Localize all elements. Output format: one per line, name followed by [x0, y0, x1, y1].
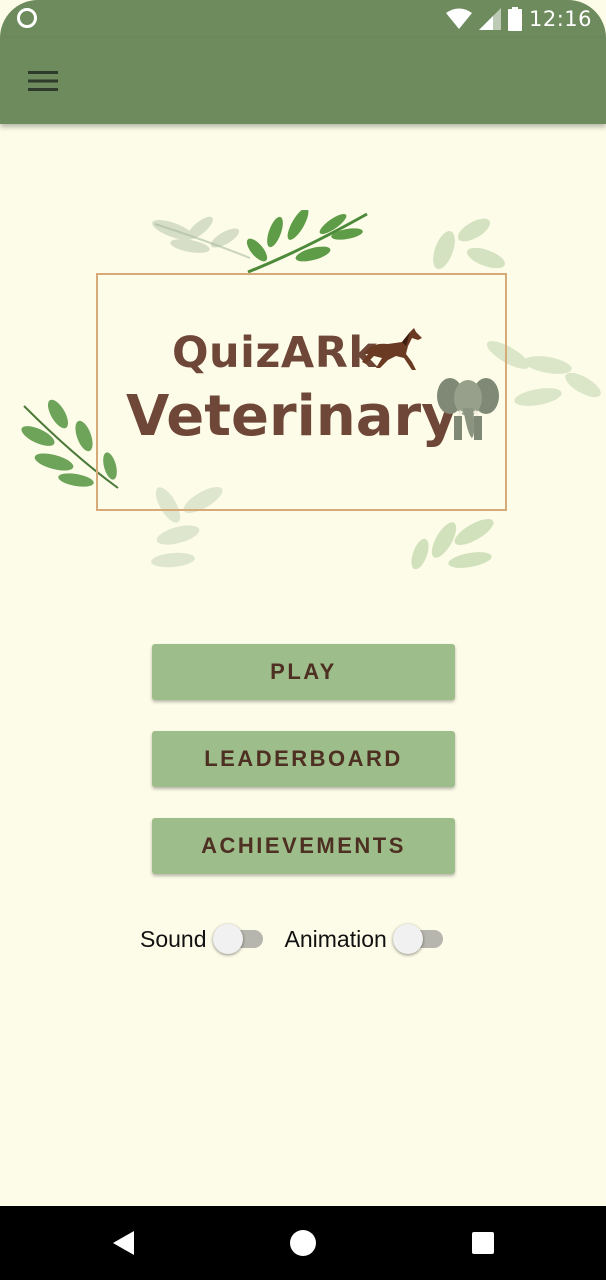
animation-label: Animation: [284, 925, 387, 952]
sound-toggle[interactable]: [212, 922, 269, 956]
achievements-button[interactable]: ACHIEVEMENTS: [152, 818, 455, 874]
animation-toggle[interactable]: [392, 922, 449, 956]
menu-button[interactable]: [22, 62, 64, 100]
leaf-decoration-icon: [433, 218, 505, 270]
battery-icon: [507, 7, 522, 31]
system-nav-bar: [0, 1206, 606, 1280]
wifi-icon: [445, 8, 472, 29]
hamburger-menu-icon: [28, 71, 58, 91]
sound-toggle-thumb: [212, 924, 243, 954]
leaderboard-button[interactable]: LEADERBOARD: [152, 731, 455, 787]
leaf-decoration-icon: [246, 210, 368, 274]
horse-icon: [362, 328, 422, 370]
leaf-decoration-icon: [411, 519, 494, 570]
notification-circle-icon: [17, 8, 37, 28]
elephant-icon: [437, 378, 499, 440]
app-bar: [0, 38, 606, 124]
signal-icon: [478, 8, 501, 30]
main-menu: PLAY LEADERBOARD ACHIEVEMENTS: [152, 644, 455, 905]
sound-label: Sound: [140, 925, 207, 952]
logo-area: QuizARk Veterinary: [0, 200, 606, 580]
play-button[interactable]: PLAY: [152, 644, 455, 700]
back-icon[interactable]: [112, 1230, 136, 1256]
app-title: QuizARk: [172, 328, 378, 378]
home-icon[interactable]: [290, 1230, 316, 1256]
status-bar: 12:16: [0, 0, 606, 38]
animation-toggle-thumb: [392, 924, 423, 954]
app-subtitle: Veterinary: [126, 384, 458, 449]
status-time: 12:16: [528, 7, 592, 31]
status-icons: 12:16: [445, 6, 592, 32]
recents-icon[interactable]: [472, 1232, 494, 1254]
settings-toggles: Sound Animation: [140, 922, 465, 956]
leaf-decoration-icon: [152, 216, 251, 259]
